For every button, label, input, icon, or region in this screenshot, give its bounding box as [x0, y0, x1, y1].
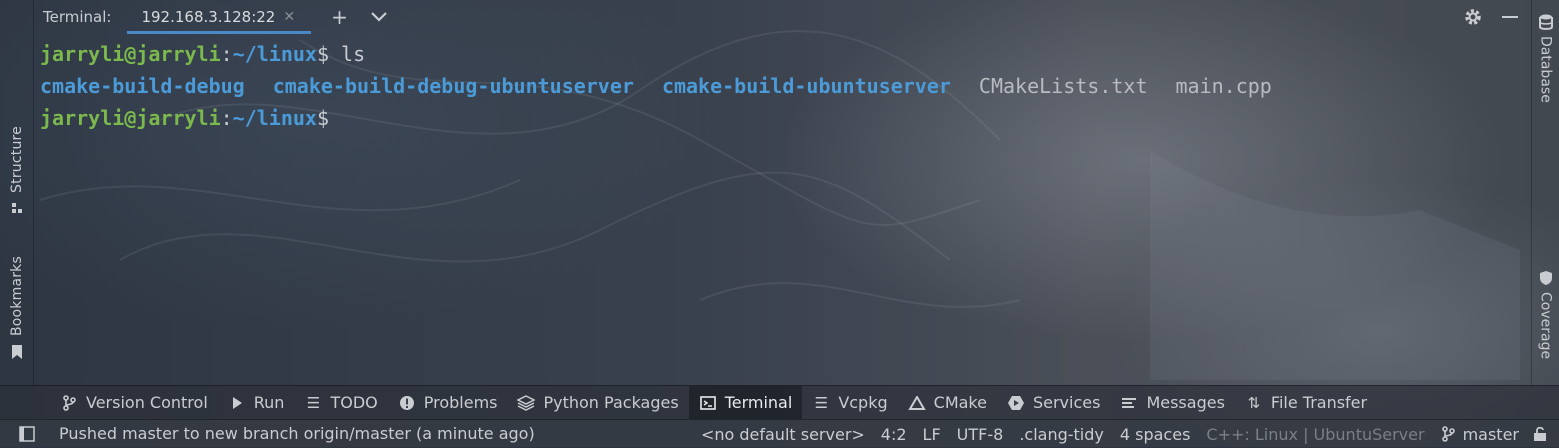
- tool-version-control[interactable]: Version Control: [50, 386, 218, 420]
- shield-icon: [1539, 271, 1552, 285]
- caret-position[interactable]: 4:2: [881, 425, 907, 444]
- resolve-context[interactable]: C++: Linux | UbuntuServer: [1206, 425, 1424, 444]
- close-icon[interactable]: ✕: [283, 9, 295, 25]
- list-icon: ☰: [814, 393, 829, 412]
- terminal-icon: [699, 395, 716, 410]
- status-right: <no default server> 4:2 LF UTF-8 .clang-…: [685, 420, 1547, 448]
- prompt-separator: :: [220, 42, 233, 66]
- toggle-panels-icon[interactable]: [19, 425, 35, 442]
- coverage-label: Coverage: [1537, 292, 1554, 360]
- branch-icon: [63, 394, 76, 411]
- structure-tool-button[interactable]: Structure: [0, 126, 33, 215]
- prompt-user: jarryli@jarryli: [40, 106, 221, 130]
- prompt-separator: :: [220, 106, 233, 130]
- tool-label: Version Control: [86, 393, 208, 412]
- tool-label: Messages: [1146, 393, 1225, 412]
- terminal-line: jarryli@jarryli:~/linux$ ls: [40, 38, 1272, 70]
- indent-setting[interactable]: 4 spaces: [1120, 425, 1191, 444]
- tool-label: Problems: [423, 393, 498, 412]
- messages-icon: [1122, 397, 1137, 408]
- coverage-tool-button[interactable]: Coverage: [1532, 270, 1559, 359]
- tool-label: Vcpkg: [838, 393, 888, 412]
- status-bar: Pushed master to new branch origin/maste…: [0, 419, 1559, 447]
- right-tool-strip: Database Coverage: [1531, 0, 1559, 385]
- database-label: Database: [1537, 36, 1554, 103]
- unlock-icon[interactable]: [1533, 426, 1547, 442]
- chevron-down-icon[interactable]: [370, 11, 388, 23]
- triangle-icon: [907, 395, 926, 410]
- database-tool-button[interactable]: Database: [1532, 14, 1559, 103]
- branch-icon: [1441, 426, 1455, 442]
- tool-problems[interactable]: Problems: [388, 386, 508, 420]
- tool-window-bar: Version Control Run ☰ TODO Problems Pyth…: [0, 385, 1559, 420]
- bookmark-icon: [11, 345, 22, 360]
- tool-python-packages[interactable]: Python Packages: [507, 386, 688, 420]
- tool-label: Services: [1032, 393, 1101, 412]
- warning-circle-icon: [399, 395, 414, 410]
- database-icon: [1538, 14, 1553, 30]
- ls-output-line: cmake-build-debug cmake-build-debug-ubunt…: [40, 70, 1272, 102]
- tool-label: Terminal: [724, 393, 793, 412]
- structure-label: Structure: [8, 126, 25, 193]
- git-branch[interactable]: master: [1463, 425, 1519, 444]
- gear-icon[interactable]: [1463, 7, 1483, 27]
- transfer-icon: ⇅: [1247, 393, 1261, 412]
- tool-services[interactable]: Services: [997, 386, 1110, 420]
- tool-vcpkg[interactable]: ☰ Vcpkg: [802, 386, 897, 420]
- deployment-server[interactable]: <no default server>: [701, 425, 865, 444]
- tool-messages[interactable]: Messages: [1110, 386, 1234, 420]
- tool-label: Python Packages: [543, 393, 679, 412]
- tool-label: Run: [253, 393, 285, 412]
- bookmarks-label: Bookmarks: [8, 256, 25, 337]
- prompt-symbol: $: [316, 42, 330, 66]
- new-session-plus-icon[interactable]: +: [331, 5, 348, 29]
- dir-entry: cmake-build-debug: [40, 74, 245, 98]
- list-icon: ☰: [306, 393, 321, 412]
- status-left: Pushed master to new branch origin/maste…: [0, 424, 535, 443]
- structure-icon: [11, 202, 22, 213]
- tool-cmake[interactable]: CMake: [898, 386, 997, 420]
- status-message[interactable]: Pushed master to new branch origin/maste…: [59, 424, 535, 443]
- tool-terminal[interactable]: Terminal: [688, 385, 803, 420]
- terminal-output[interactable]: jarryli@jarryli:~/linux$ ls cmake-build-…: [40, 38, 1272, 134]
- tool-file-transfer[interactable]: ⇅ File Transfer: [1235, 386, 1377, 420]
- terminal-session-tab[interactable]: 192.168.3.128:22 ✕: [127, 0, 311, 34]
- dir-entry: cmake-build-debug-ubuntuserver: [272, 74, 634, 98]
- linter-config[interactable]: .clang-tidy: [1019, 425, 1104, 444]
- layers-icon: [517, 394, 536, 411]
- dir-entry: cmake-build-ubuntuserver: [661, 74, 951, 98]
- command-text: ls: [329, 42, 366, 66]
- prompt-symbol: $: [316, 106, 330, 130]
- terminal-header: Terminal: 192.168.3.128:22 ✕ +: [33, 0, 1531, 34]
- prompt-user: jarryli@jarryli: [40, 42, 221, 66]
- tool-label: TODO: [330, 393, 378, 412]
- line-separator[interactable]: LF: [923, 425, 941, 444]
- minimize-icon[interactable]: [1501, 7, 1519, 27]
- left-tool-strip: Structure Bookmarks: [0, 0, 34, 385]
- terminal-header-actions: [1463, 0, 1519, 34]
- play-icon: [232, 396, 242, 409]
- file-encoding[interactable]: UTF-8: [957, 425, 1004, 444]
- tool-label: CMake: [933, 393, 987, 412]
- terminal-title: Terminal:: [43, 8, 112, 26]
- tool-todo[interactable]: ☰ TODO: [294, 386, 387, 420]
- session-tab-label: 192.168.3.128:22: [141, 8, 276, 26]
- services-icon: [1007, 395, 1024, 410]
- file-entry: CMakeLists.txt: [978, 74, 1148, 98]
- prompt-path: ~/linux: [232, 106, 317, 130]
- tool-label: File Transfer: [1270, 393, 1368, 412]
- bookmarks-tool-button[interactable]: Bookmarks: [0, 256, 33, 360]
- prompt-path: ~/linux: [232, 42, 317, 66]
- terminal-line: jarryli@jarryli:~/linux$: [40, 102, 1272, 134]
- tool-run[interactable]: Run: [218, 386, 295, 420]
- file-entry: main.cpp: [1175, 74, 1272, 98]
